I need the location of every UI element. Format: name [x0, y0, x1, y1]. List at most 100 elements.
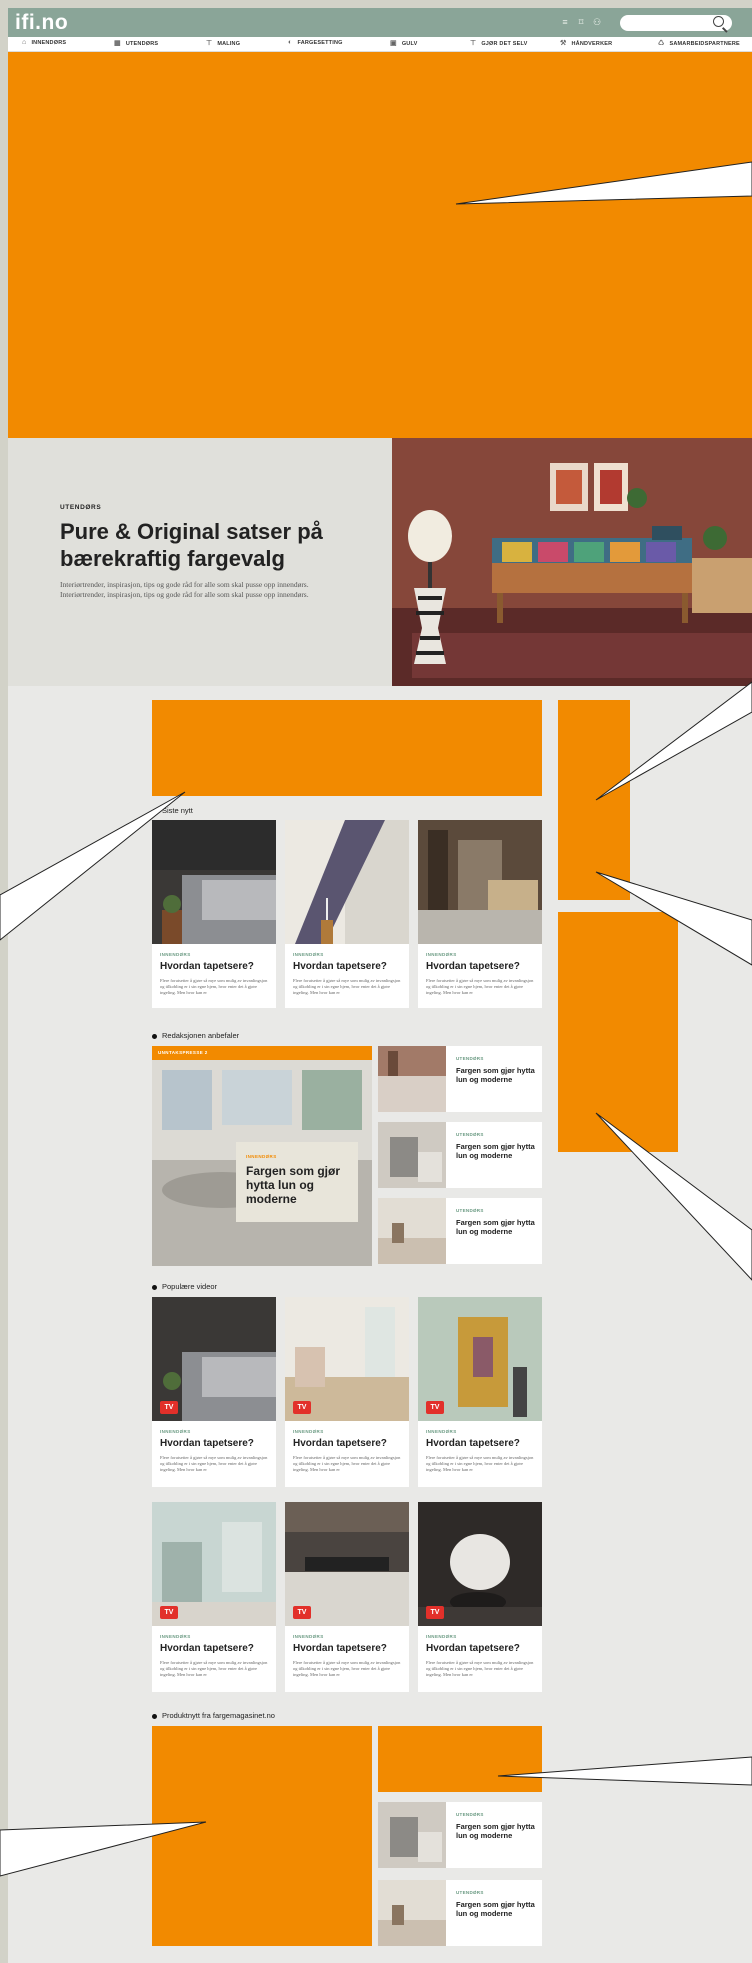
item-image	[378, 1122, 446, 1188]
nav-item-maling[interactable]: ⊤ MALING	[206, 39, 240, 47]
article-card[interactable]: INNENDØRS Hvordan tapetsere? Flere forut…	[418, 820, 542, 1008]
tv-badge-icon: TV	[426, 1606, 444, 1619]
article-card[interactable]: INNENDØRS Hvordan tapetsere? Flere forut…	[152, 820, 276, 1008]
interior-photo	[285, 820, 409, 944]
search-icon[interactable]	[713, 16, 724, 27]
nav-item-gjor-det-selv[interactable]: ⊤ GJØR DET SELV	[470, 39, 528, 47]
hallway-photo	[418, 820, 542, 944]
menu-icon[interactable]: ≡	[560, 17, 570, 27]
product-ad-large[interactable]	[152, 1726, 372, 1946]
article-image	[418, 820, 542, 944]
tv-badge-icon: TV	[160, 1606, 178, 1619]
card-title[interactable]: Hvordan tapetsere?	[160, 1643, 254, 1654]
item-title[interactable]: Fargen som gjør hytta lun og moderne	[456, 1218, 536, 1236]
card-description: Flere forutsetter å gjøre så mye som mul…	[160, 1455, 268, 1472]
card-description: Flere forutsetter å gjøre så mye som mul…	[426, 1455, 534, 1472]
card-category: INNENDØRS	[160, 952, 191, 957]
featured-text-box: INNENDØRS Fargen som gjør hytta lun og m…	[236, 1142, 358, 1222]
video-card[interactable]: TV INNENDØRS Hvordan tapetsere? Flere fo…	[285, 1502, 409, 1692]
card-title[interactable]: Hvordan tapetsere?	[426, 1438, 520, 1449]
card-category: INNENDØRS	[293, 952, 324, 957]
floor-icon: ▣	[390, 40, 397, 47]
hero-title[interactable]: Pure & Original satser på bærekraftig fa…	[60, 518, 360, 572]
top-bar: ifi.no ≡ ⌑ ⚇	[8, 8, 752, 37]
nav-item-fargesetting[interactable]: ◐ FARGESETTING	[288, 39, 343, 46]
tv-badge-icon: TV	[160, 1401, 178, 1414]
sidebar-ad-small[interactable]	[558, 700, 630, 900]
building-icon: ▦	[114, 40, 121, 47]
bookmark-icon[interactable]: ⌑	[576, 17, 586, 27]
hero-text-panel[interactable]: UTENDØRS Pure & Original satser på bærek…	[8, 438, 392, 686]
site-logo[interactable]: ifi.no	[15, 11, 68, 35]
article-card[interactable]: INNENDØRS Hvordan tapetsere? Flere forut…	[285, 820, 409, 1008]
card-title[interactable]: Hvordan tapetsere?	[426, 961, 520, 972]
card-description: Flere forutsetter å gjøre så mye som mul…	[426, 978, 534, 995]
nav-item-innendors[interactable]: ⌂ INNENDØRS	[22, 39, 66, 46]
video-card[interactable]: TV INNENDØRS Hvordan tapetsere? Flere fo…	[418, 1502, 542, 1692]
item-category: UTENDØRS	[456, 1056, 484, 1061]
card-title[interactable]: Hvordan tapetsere?	[160, 1438, 254, 1449]
tv-badge-icon: TV	[293, 1606, 311, 1619]
card-category: INNENDØRS	[160, 1429, 191, 1434]
item-image	[378, 1046, 446, 1112]
nav-item-gulv[interactable]: ▣ GULV	[390, 39, 418, 47]
card-title[interactable]: Hvordan tapetsere?	[293, 1643, 387, 1654]
nav-item-utendors[interactable]: ▦ UTENDØRS	[114, 39, 158, 47]
product-item[interactable]: UTENDØRS Fargen som gjør hytta lun og mo…	[378, 1880, 542, 1946]
featured-category: INNENDØRS	[246, 1154, 277, 1159]
item-title[interactable]: Fargen som gjør hytta lun og moderne	[456, 1066, 536, 1084]
card-title[interactable]: Hvordan tapetsere?	[426, 1643, 520, 1654]
featured-title[interactable]: Fargen som gjør hytta lun og moderne	[246, 1164, 351, 1206]
card-category: INNENDØRS	[426, 1634, 457, 1639]
recommended-item[interactable]: UTENDØRS Fargen som gjør hytta lun og mo…	[378, 1046, 542, 1112]
section-label-latest: Siste nytt	[152, 806, 193, 815]
partners-icon: ♺	[658, 40, 665, 47]
section-label-recommended: Redaksjonen anbefaler	[152, 1031, 239, 1040]
video-card[interactable]: TV INNENDØRS Hvordan tapetsere? Flere fo…	[152, 1297, 276, 1487]
page: ifi.no ≡ ⌑ ⚇ ⌂ INNENDØRS ▦ UTENDØRS ⊤ MALIN…	[8, 8, 752, 1963]
item-title[interactable]: Fargen som gjør hytta lun og moderne	[456, 1142, 536, 1160]
hero-subtitle: Interiørtrender, inspirasjon, tips og go…	[60, 580, 309, 599]
tv-badge-icon: TV	[293, 1401, 311, 1414]
video-card[interactable]: TV INNENDØRS Hvordan tapetsere? Flere fo…	[152, 1502, 276, 1692]
card-category: INNENDØRS	[293, 1634, 324, 1639]
featured-article[interactable]: UNNTAKSPRESSE 2 INNENDØRS Fargen som gjø…	[152, 1046, 372, 1266]
floor-photo	[378, 1198, 446, 1264]
featured-badge: UNNTAKSPRESSE 2	[158, 1050, 208, 1055]
card-title[interactable]: Hvordan tapetsere?	[293, 961, 387, 972]
item-title[interactable]: Fargen som gjør hytta lun og moderne	[456, 1900, 536, 1918]
bullet-icon	[152, 1713, 157, 1719]
product-item[interactable]: UTENDØRS Fargen som gjør hytta lun og mo…	[378, 1802, 542, 1868]
top-banner-ad[interactable]	[8, 52, 752, 438]
sidebar-ad-large[interactable]	[558, 912, 678, 1152]
card-title[interactable]: Hvordan tapetsere?	[293, 1438, 387, 1449]
nav-item-samarbeidspartnere[interactable]: ♺ SAMARBEIDSPARTNERE	[658, 39, 740, 47]
paint-bucket-photo	[378, 1122, 446, 1188]
item-category: UTENDØRS	[456, 1812, 484, 1817]
palette-icon: ◐	[288, 39, 293, 46]
video-card[interactable]: TV INNENDØRS Hvordan tapetsere? Flere fo…	[418, 1297, 542, 1487]
featured-badge-bar: UNNTAKSPRESSE 2	[152, 1046, 372, 1060]
video-card[interactable]: TV INNENDØRS Hvordan tapetsere? Flere fo…	[285, 1297, 409, 1487]
card-description: Flere forutsetter å gjøre så mye som mul…	[160, 978, 268, 995]
content-banner-ad[interactable]	[152, 700, 542, 796]
card-title[interactable]: Hvordan tapetsere?	[160, 961, 254, 972]
recommended-item[interactable]: UTENDØRS Fargen som gjør hytta lun og mo…	[378, 1122, 542, 1188]
hero-image[interactable]	[392, 438, 752, 686]
card-description: Flere forutsetter å gjøre så mye som mul…	[293, 978, 401, 995]
product-ad-small[interactable]	[378, 1726, 542, 1792]
recommended-item[interactable]: UTENDØRS Fargen som gjør hytta lun og mo…	[378, 1198, 542, 1264]
article-image	[285, 820, 409, 944]
nav-item-handverker[interactable]: ⚒ HÅNDVERKER	[560, 39, 612, 47]
search-input[interactable]	[620, 15, 732, 31]
card-category: INNENDØRS	[426, 1429, 457, 1434]
floor-photo	[378, 1880, 446, 1946]
bedroom-photo	[378, 1046, 446, 1112]
user-icon[interactable]: ⚇	[592, 17, 602, 27]
item-category: UTENDØRS	[456, 1208, 484, 1213]
card-description: Flere forutsetter å gjøre så mye som mul…	[293, 1660, 401, 1677]
item-title[interactable]: Fargen som gjør hytta lun og moderne	[456, 1822, 536, 1840]
card-description: Flere forutsetter å gjøre så mye som mul…	[293, 1455, 401, 1472]
bullet-icon	[152, 1284, 157, 1290]
card-category: INNENDØRS	[160, 1634, 191, 1639]
